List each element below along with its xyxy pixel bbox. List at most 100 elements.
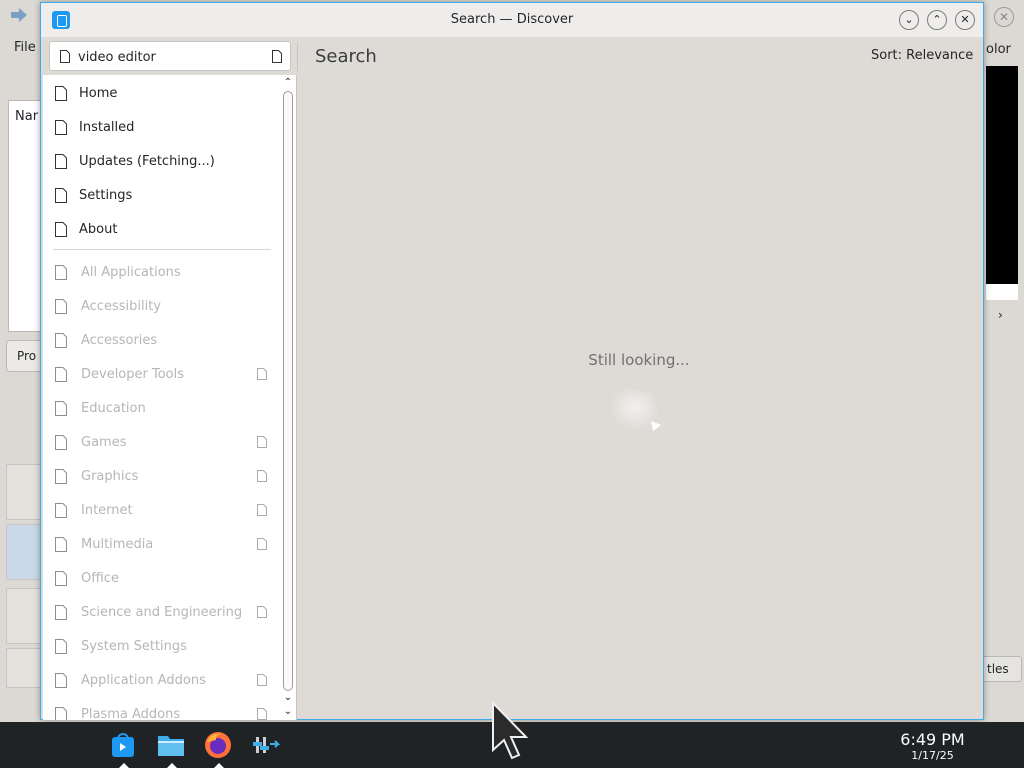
sidebar-category-all-applications[interactable]: All Applications bbox=[43, 256, 281, 290]
category-icon bbox=[55, 639, 67, 658]
scroll-up-icon[interactable]: ⌃ bbox=[281, 77, 295, 89]
category-icon bbox=[55, 367, 67, 386]
category-icon bbox=[55, 299, 67, 318]
firefox-icon[interactable] bbox=[203, 730, 233, 768]
subcategory-icon bbox=[257, 606, 267, 622]
sidebar-category-label: Education bbox=[81, 401, 146, 416]
background-preview bbox=[986, 66, 1018, 284]
window-title: Search — Discover bbox=[450, 12, 574, 27]
sidebar-item-updates-fetching[interactable]: Updates (Fetching...) bbox=[43, 145, 281, 179]
sidebar-category-system-settings[interactable]: System Settings bbox=[43, 630, 281, 664]
title-bar: Search — Discover ⌄ ⌃ ✕ bbox=[41, 3, 983, 37]
sidebar-item-label: About bbox=[79, 222, 118, 237]
sidebar-category-label: Multimedia bbox=[81, 537, 154, 552]
system-settings-icon[interactable] bbox=[250, 730, 281, 760]
sidebar-category-label: Application Addons bbox=[81, 673, 206, 688]
document-icon bbox=[55, 120, 67, 139]
background-preview-strip bbox=[986, 284, 1018, 300]
category-icon bbox=[55, 333, 67, 352]
sidebar-item-label: Updates (Fetching...) bbox=[79, 154, 215, 169]
category-icon bbox=[55, 673, 67, 692]
sidebar-category-science-and-engineering[interactable]: Science and Engineering bbox=[43, 596, 281, 630]
sidebar-item-about[interactable]: About bbox=[43, 213, 281, 247]
page-title: Search bbox=[315, 46, 377, 67]
clock-date[interactable]: 1/17/25 bbox=[880, 749, 985, 762]
sort-button[interactable]: Sort: Relevance bbox=[871, 48, 973, 63]
sidebar-category-label: System Settings bbox=[81, 639, 187, 654]
sidebar-item-label: Installed bbox=[79, 120, 135, 135]
document-icon bbox=[60, 50, 70, 63]
sidebar-category-label: Games bbox=[81, 435, 127, 450]
menu-partial[interactable]: olor bbox=[986, 42, 1011, 57]
document-icon bbox=[55, 188, 67, 207]
background-button[interactable]: tles bbox=[982, 656, 1022, 682]
scrollbar-track[interactable] bbox=[283, 91, 293, 691]
search-input[interactable] bbox=[78, 47, 264, 67]
sidebar-item-settings[interactable]: Settings bbox=[43, 179, 281, 213]
sidebar-category-label: Science and Engineering bbox=[81, 605, 243, 620]
sidebar: Home Installed Updates (Fetching...) Settin… bbox=[43, 75, 297, 720]
sidebar-category-accessibility[interactable]: Accessibility bbox=[43, 290, 281, 324]
sidebar-category-label: Plasma Addons bbox=[81, 707, 181, 720]
sidebar-category-accessories[interactable]: Accessories bbox=[43, 324, 281, 358]
sidebar-category-internet[interactable]: Internet bbox=[43, 494, 281, 528]
category-icon bbox=[55, 503, 67, 522]
category-icon bbox=[55, 537, 67, 556]
sidebar-category-education[interactable]: Education bbox=[43, 392, 281, 426]
subcategory-icon bbox=[257, 470, 267, 486]
sidebar-category-label: Accessories bbox=[81, 333, 158, 348]
clear-search-icon[interactable] bbox=[272, 50, 282, 63]
maximize-button[interactable]: ⌃ bbox=[927, 10, 947, 30]
sidebar-category-label: Developer Tools bbox=[81, 367, 185, 382]
sidebar-category-plasma-addons[interactable]: Plasma Addons bbox=[43, 698, 281, 720]
close-button[interactable]: ✕ bbox=[955, 10, 975, 30]
loading-spinner-icon bbox=[609, 385, 661, 431]
sidebar-separator bbox=[53, 249, 271, 250]
header-divider bbox=[297, 43, 298, 71]
sidebar-category-graphics[interactable]: Graphics bbox=[43, 460, 281, 494]
file-manager-icon[interactable] bbox=[156, 730, 186, 768]
subcategory-icon bbox=[257, 674, 267, 690]
category-icon bbox=[55, 265, 67, 284]
sidebar-category-label: Office bbox=[81, 571, 119, 586]
scroll-down-icon[interactable]: ⌄ bbox=[281, 706, 295, 718]
scroll-down-icon[interactable]: ⌄ bbox=[281, 692, 295, 704]
document-icon bbox=[55, 86, 67, 105]
chevron-right-icon[interactable]: › bbox=[998, 308, 1003, 322]
category-icon bbox=[55, 707, 67, 720]
document-icon bbox=[55, 154, 67, 173]
name-column-header: Nar bbox=[15, 109, 39, 124]
sidebar-category-office[interactable]: Office bbox=[43, 562, 281, 596]
sidebar-item-label: Home bbox=[79, 86, 118, 101]
sidebar-item-home[interactable]: Home bbox=[43, 77, 281, 111]
document-icon bbox=[55, 222, 67, 241]
subcategory-icon bbox=[257, 708, 267, 720]
menu-file[interactable]: File bbox=[14, 40, 36, 55]
sidebar-item-installed[interactable]: Installed bbox=[43, 111, 281, 145]
category-icon bbox=[55, 571, 67, 590]
subcategory-icon bbox=[257, 368, 267, 384]
minimize-button[interactable]: ⌄ bbox=[899, 10, 919, 30]
sidebar-category-label: Internet bbox=[81, 503, 133, 518]
subcategory-icon bbox=[257, 436, 267, 452]
sidebar-category-label: Accessibility bbox=[81, 299, 161, 314]
mouse-cursor-icon bbox=[492, 700, 529, 760]
background-close-icon[interactable]: ✕ bbox=[994, 7, 1014, 27]
category-icon bbox=[55, 469, 67, 488]
sidebar-category-label: All Applications bbox=[81, 265, 181, 280]
search-field[interactable] bbox=[49, 41, 291, 71]
category-icon bbox=[55, 605, 67, 624]
loading-status: Still looking... bbox=[588, 351, 690, 369]
sidebar-category-developer-tools[interactable]: Developer Tools bbox=[43, 358, 281, 392]
discover-icon[interactable] bbox=[108, 730, 138, 768]
sidebar-category-multimedia[interactable]: Multimedia bbox=[43, 528, 281, 562]
subcategory-icon bbox=[257, 504, 267, 520]
category-icon bbox=[55, 435, 67, 454]
subcategory-icon bbox=[257, 538, 267, 554]
search-results-area: Still looking... bbox=[299, 75, 983, 720]
discover-window: Search — Discover ⌄ ⌃ ✕ Search Sort: Rel… bbox=[40, 2, 984, 720]
sidebar-scrollbar[interactable]: ⌃ ⌄ ⌄ bbox=[281, 75, 295, 720]
sidebar-category-games[interactable]: Games bbox=[43, 426, 281, 460]
sidebar-category-application-addons[interactable]: Application Addons bbox=[43, 664, 281, 698]
clock-time[interactable]: 6:49 PM bbox=[880, 730, 985, 749]
